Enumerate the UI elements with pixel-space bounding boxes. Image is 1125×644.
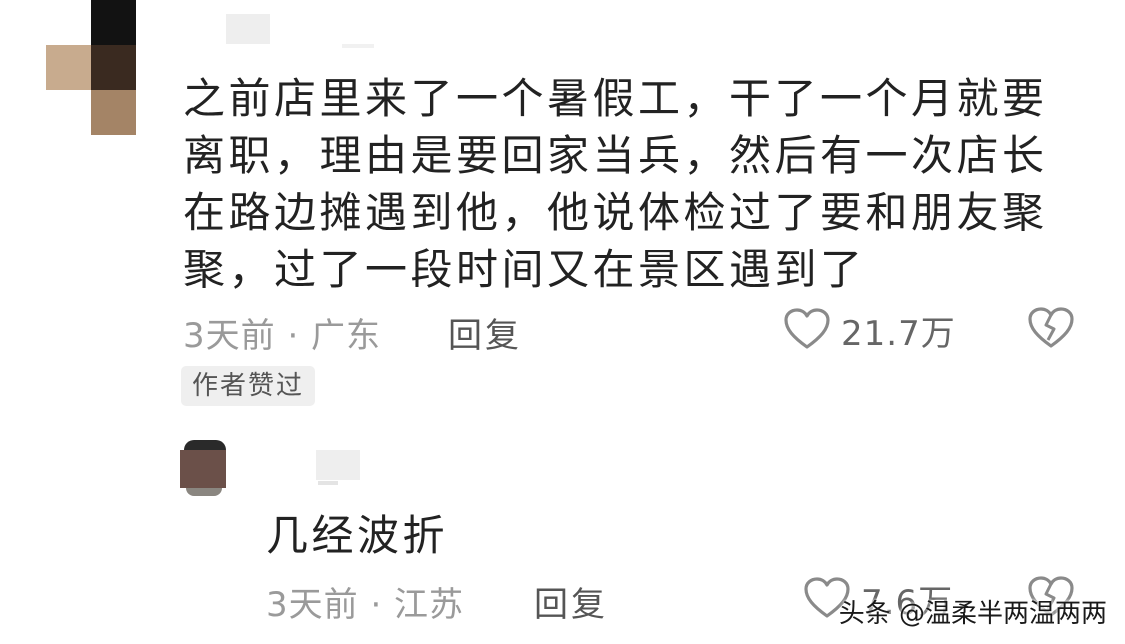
comment-thread: 之前店里来了一个暑假工，干了一个月就要离职，理由是要回家当兵，然后有一次店长在路… bbox=[0, 0, 1125, 644]
username-obscured-fragment bbox=[342, 44, 374, 48]
comment-text: 之前店里来了一个暑假工，干了一个月就要离职，理由是要回家当兵，然后有一次店长在路… bbox=[183, 74, 1048, 294]
reply-text: 几经波折 bbox=[266, 511, 449, 560]
avatar[interactable] bbox=[46, 0, 136, 135]
dislike-button[interactable] bbox=[1027, 306, 1075, 354]
reply-button[interactable]: 回复 bbox=[448, 308, 522, 357]
reply-username-obscured[interactable] bbox=[316, 450, 360, 480]
reply-username-obscured-fragment bbox=[318, 481, 338, 485]
watermark: 头条 @温柔半两温两两 bbox=[838, 599, 1107, 629]
like-count: 21.7万 bbox=[841, 314, 956, 354]
heart-outline-icon bbox=[783, 307, 831, 355]
reply-reply-button[interactable]: 回复 bbox=[534, 577, 608, 626]
reply-time-location: 3天前 · 江苏 bbox=[266, 585, 465, 625]
reply-avatar[interactable] bbox=[180, 440, 226, 498]
author-liked-badge: 作者赞过 bbox=[181, 366, 316, 406]
username-obscured[interactable] bbox=[226, 14, 270, 44]
broken-heart-icon bbox=[1027, 306, 1075, 354]
comment-time-location: 3天前 · 广东 bbox=[183, 316, 382, 356]
like-button[interactable]: 21.7万 bbox=[783, 306, 956, 355]
